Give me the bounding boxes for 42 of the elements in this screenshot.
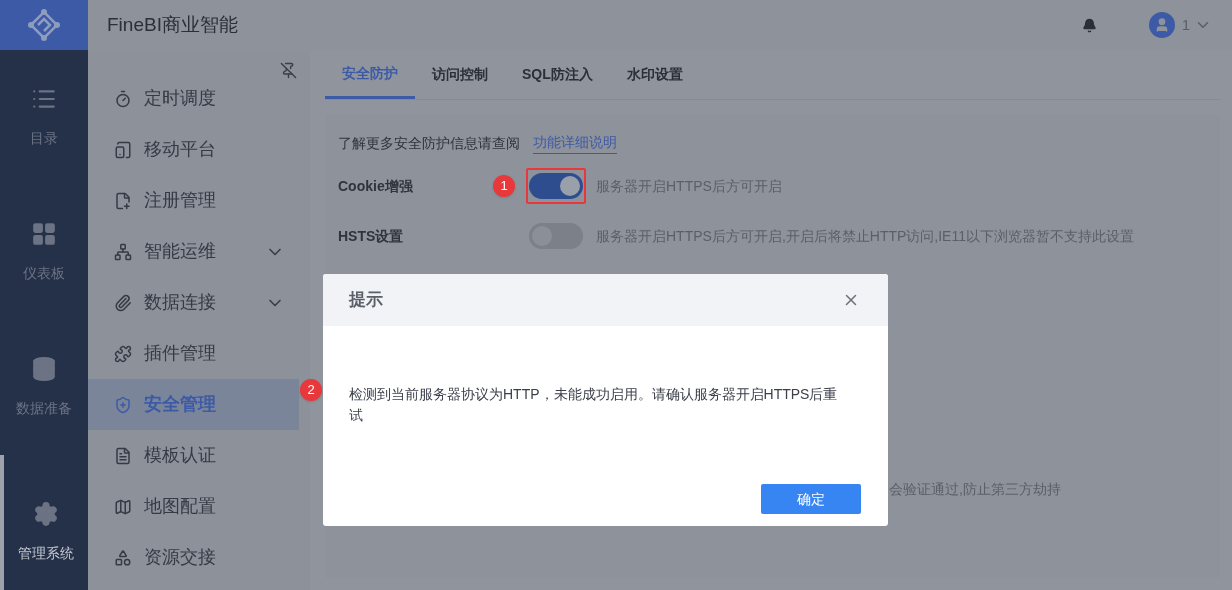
sidebar-item[interactable]: 智能运维 bbox=[88, 226, 299, 277]
sidebar-item[interactable]: 资源交接 bbox=[88, 532, 299, 583]
notification-icon[interactable] bbox=[1081, 17, 1097, 33]
tab[interactable]: 水印设置 bbox=[609, 50, 700, 99]
confirm-button[interactable]: 确定 bbox=[761, 484, 861, 514]
help-link[interactable]: 功能详细说明 bbox=[533, 132, 617, 154]
setting-label: HSTS设置 bbox=[338, 226, 405, 246]
step-badge: 1 bbox=[493, 175, 515, 197]
logo-icon bbox=[27, 8, 61, 42]
intro-text: 了解更多安全防护信息请查阅 bbox=[338, 133, 520, 153]
nav-item[interactable]: 数据准备 bbox=[0, 320, 88, 455]
network-icon bbox=[114, 242, 132, 261]
unpin-icon[interactable] bbox=[280, 62, 297, 79]
dialog-title: 提示 bbox=[349, 289, 383, 312]
sidebar-item[interactable]: 注册管理 bbox=[88, 175, 299, 226]
tablet-icon bbox=[114, 140, 132, 159]
shield-icon bbox=[114, 395, 132, 414]
sidebar-item[interactable]: 数据连接 bbox=[88, 277, 299, 328]
sidebar-item[interactable]: 模板认证 bbox=[88, 430, 299, 481]
sidebar-item[interactable]: 定时调度 bbox=[88, 73, 299, 124]
avatar-icon[interactable] bbox=[1148, 12, 1175, 38]
sidebar-item[interactable]: 地图配置 bbox=[88, 481, 299, 532]
tab[interactable]: SQL防注入 bbox=[505, 50, 610, 99]
puzzle-icon bbox=[114, 344, 132, 363]
sidebar-item[interactable]: 移动平台 bbox=[88, 124, 299, 175]
step-badge: 2 bbox=[300, 379, 322, 401]
shapes-icon bbox=[114, 548, 132, 567]
app-title: FineBI商业智能 bbox=[107, 12, 238, 37]
paperclip-icon bbox=[114, 293, 132, 312]
dialog-message: 检测到当前服务器协议为HTTP，未能成功启用。请确认服务器开启HTTPS后重试 bbox=[348, 385, 839, 425]
grid-icon bbox=[31, 221, 57, 247]
map-icon bbox=[114, 497, 132, 516]
sidebar-item[interactable]: 插件管理 bbox=[88, 328, 299, 379]
document-icon bbox=[114, 446, 132, 465]
tab[interactable]: 安全防护 bbox=[325, 50, 415, 99]
database-icon bbox=[31, 356, 57, 382]
nav-item[interactable]: 仪表板 bbox=[0, 185, 88, 320]
setting-label: Cookie增强 bbox=[338, 176, 414, 196]
nav-item[interactable]: 目录 bbox=[0, 50, 88, 185]
document-plus-icon bbox=[114, 191, 132, 210]
tab[interactable]: 访问控制 bbox=[415, 50, 505, 99]
timer-icon bbox=[114, 89, 132, 108]
